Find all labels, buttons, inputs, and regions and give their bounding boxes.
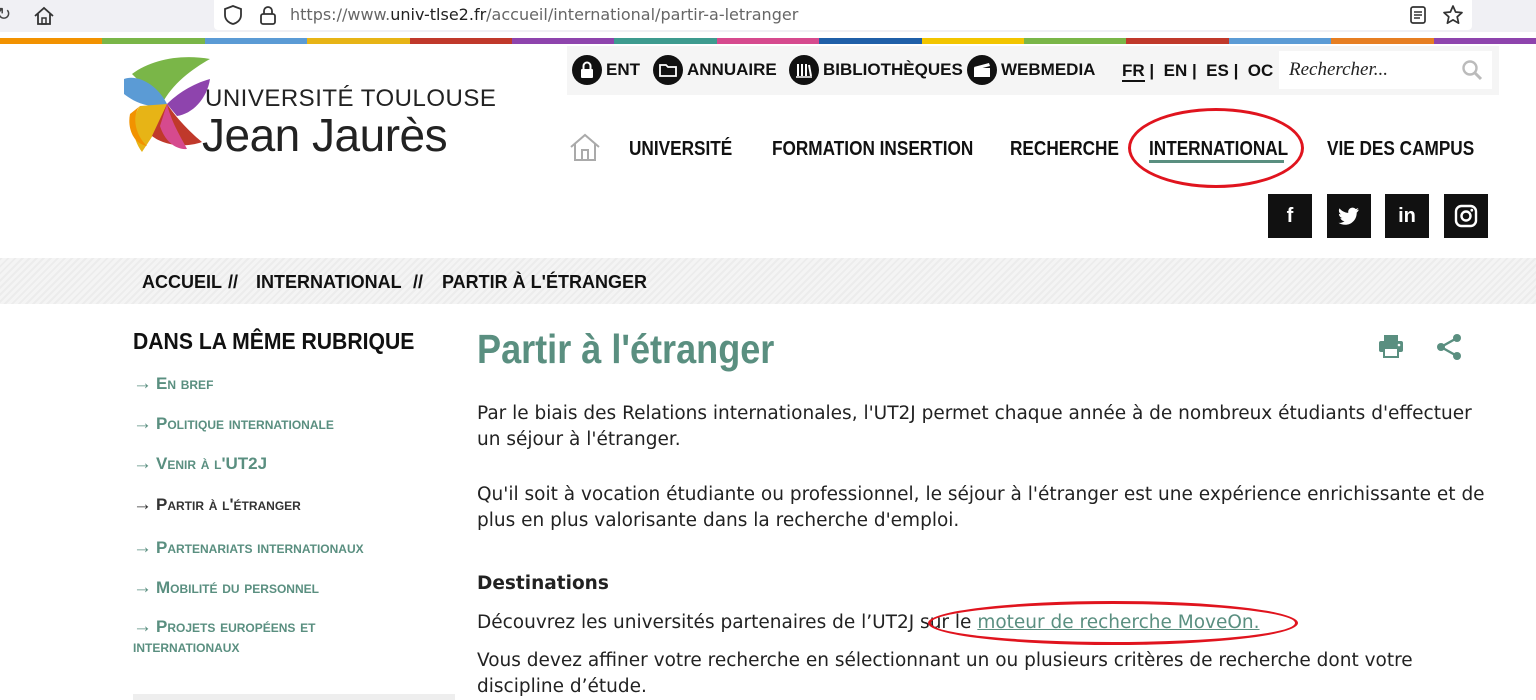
twitter-icon[interactable] bbox=[1327, 194, 1371, 238]
sidebar-divider bbox=[133, 694, 455, 700]
bibliotheques-link[interactable]: BIBLIOTHÈQUES bbox=[789, 54, 963, 86]
url-domain: univ-tlse2.fr bbox=[390, 5, 487, 24]
nav-recherche[interactable]: RECHERCHE bbox=[1010, 138, 1119, 161]
sidebar-item-label: Projets européens et internationaux bbox=[133, 617, 316, 656]
sidebar-item-en-bref[interactable]: → En bref bbox=[133, 374, 213, 394]
instagram-icon[interactable] bbox=[1444, 194, 1488, 238]
library-icon bbox=[789, 55, 819, 85]
ent-label: ENT bbox=[606, 60, 640, 79]
color-strip bbox=[0, 38, 1536, 44]
lock-icon[interactable] bbox=[257, 4, 279, 26]
arrow-right-icon: → bbox=[133, 537, 152, 558]
webmedia-link[interactable]: WEBMEDIA bbox=[967, 54, 1095, 86]
refine-paragraph: Vous devez affiner votre recherche en sé… bbox=[477, 650, 1413, 697]
arrow-right-icon: → bbox=[133, 616, 152, 637]
color-strip-segment bbox=[614, 38, 717, 44]
shield-icon[interactable] bbox=[222, 4, 244, 26]
color-strip-segment bbox=[1126, 38, 1229, 44]
color-strip-segment bbox=[1024, 38, 1127, 44]
moveon-search-link[interactable]: moteur de recherche MoveOn. bbox=[977, 612, 1259, 633]
arrow-right-icon: → bbox=[133, 413, 152, 434]
section-heading-destinations: Destinations bbox=[477, 573, 609, 594]
reload-icon[interactable]: ↻ bbox=[0, 5, 14, 25]
breadcrumb-accueil[interactable]: ACCUEIL bbox=[142, 272, 222, 293]
nav-vie-des-campus[interactable]: VIE DES CAMPUS bbox=[1327, 138, 1474, 161]
bookmark-star-icon[interactable] bbox=[1441, 3, 1465, 27]
sidebar-item-venir[interactable]: → Venir à l'UT2J bbox=[133, 454, 267, 474]
linkedin-icon[interactable]: in bbox=[1385, 194, 1429, 238]
color-strip-segment bbox=[819, 38, 922, 44]
arrow-right-icon: → bbox=[133, 494, 152, 515]
sidebar-item-label: Partir à l'étranger bbox=[156, 495, 301, 514]
sidebar-title: DANS LA MÊME RUBRIQUE bbox=[133, 328, 415, 354]
logo-line2: Jean Jaurès bbox=[202, 109, 448, 161]
color-strip-segment bbox=[409, 38, 513, 44]
print-icon[interactable] bbox=[1377, 332, 1405, 360]
intro-paragraph: Par le biais des Relations international… bbox=[477, 403, 1472, 450]
page-title: Partir à l'étranger bbox=[477, 326, 775, 372]
nav-formation-insertion[interactable]: FORMATION INSERTION bbox=[772, 138, 973, 161]
sidebar-item-projets[interactable]: → Projets européens et internationaux bbox=[133, 617, 373, 657]
sidebar-item-partenariats[interactable]: → Partenariats internationaux bbox=[133, 538, 364, 558]
nav-universite[interactable]: UNIVERSITÉ bbox=[629, 138, 732, 161]
color-strip-segment bbox=[1228, 38, 1332, 44]
destinations-paragraph: Découvrez les universités partenaires de… bbox=[477, 610, 1487, 636]
url-prefix: https://www. bbox=[290, 5, 391, 24]
color-strip-segment bbox=[716, 38, 820, 44]
arrow-right-icon: → bbox=[133, 453, 152, 474]
share-icon[interactable] bbox=[1434, 332, 1464, 362]
home-nav-icon[interactable] bbox=[569, 132, 601, 162]
color-strip-segment bbox=[512, 38, 615, 44]
arrow-right-icon: → bbox=[133, 373, 152, 394]
color-strip-segment bbox=[921, 38, 1025, 44]
lang-oc[interactable]: OC bbox=[1248, 61, 1274, 80]
sidebar-item-mobilite[interactable]: → Mobilité du personnel bbox=[133, 578, 319, 598]
url-text[interactable]: https://www.univ-tlse2.fr/accueil/intern… bbox=[290, 5, 798, 24]
breadcrumb-separator: // bbox=[228, 272, 239, 292]
sidebar-item-label: Partenariats internationaux bbox=[156, 538, 364, 557]
sidebar-item-partir[interactable]: → Partir à l'étranger bbox=[133, 495, 301, 515]
ent-link[interactable]: ENT bbox=[572, 54, 640, 86]
folder-icon bbox=[653, 55, 683, 85]
color-strip-segment bbox=[1331, 38, 1434, 44]
lang-es[interactable]: ES bbox=[1206, 61, 1229, 80]
breadcrumb-current: PARTIR À L'ÉTRANGER bbox=[442, 272, 647, 292]
language-switcher: FR | EN | ES | OC bbox=[1122, 61, 1274, 82]
breadcrumb-international[interactable]: INTERNATIONAL bbox=[256, 272, 402, 293]
lang-fr[interactable]: FR bbox=[1122, 61, 1145, 82]
annuaire-link[interactable]: ANNUAIRE bbox=[653, 54, 777, 86]
lock-icon bbox=[572, 55, 602, 85]
facebook-icon[interactable]: f bbox=[1268, 194, 1312, 238]
breadcrumb-separator: // bbox=[413, 272, 424, 292]
reader-view-icon[interactable] bbox=[1408, 4, 1428, 26]
nav-active-underline bbox=[1149, 160, 1284, 163]
color-strip-segment bbox=[1433, 38, 1536, 44]
second-paragraph: Qu'il soit à vocation étudiante ou profe… bbox=[477, 484, 1485, 531]
browser-home-icon[interactable] bbox=[32, 5, 56, 27]
sidebar-item-label: Mobilité du personnel bbox=[156, 578, 319, 597]
bibliotheques-label: BIBLIOTHÈQUES bbox=[823, 60, 963, 79]
url-path: /accueil/international/partir-a-letrange… bbox=[486, 5, 799, 24]
sidebar-item-label: Politique internationale bbox=[156, 414, 334, 433]
color-strip-segment bbox=[204, 38, 308, 44]
search-icon[interactable] bbox=[1460, 58, 1484, 82]
color-strip-segment bbox=[307, 38, 410, 44]
arrow-right-icon: → bbox=[133, 577, 152, 598]
clapperboard-icon bbox=[967, 55, 997, 85]
sidebar-item-politique-internationale[interactable]: → Politique internationale bbox=[133, 414, 334, 434]
search-input[interactable] bbox=[1289, 56, 1449, 84]
lang-en[interactable]: EN bbox=[1164, 61, 1188, 80]
sidebar-item-label: Venir à l'UT2J bbox=[156, 454, 268, 473]
annuaire-label: ANNUAIRE bbox=[687, 60, 777, 79]
webmedia-label: WEBMEDIA bbox=[1001, 60, 1096, 79]
color-strip-segment bbox=[0, 38, 103, 44]
sidebar-item-label: En bref bbox=[156, 374, 214, 393]
destinations-text: Découvrez les universités partenaires de… bbox=[477, 612, 978, 633]
nav-international[interactable]: INTERNATIONAL bbox=[1149, 138, 1288, 161]
color-strip-segment bbox=[102, 38, 205, 44]
